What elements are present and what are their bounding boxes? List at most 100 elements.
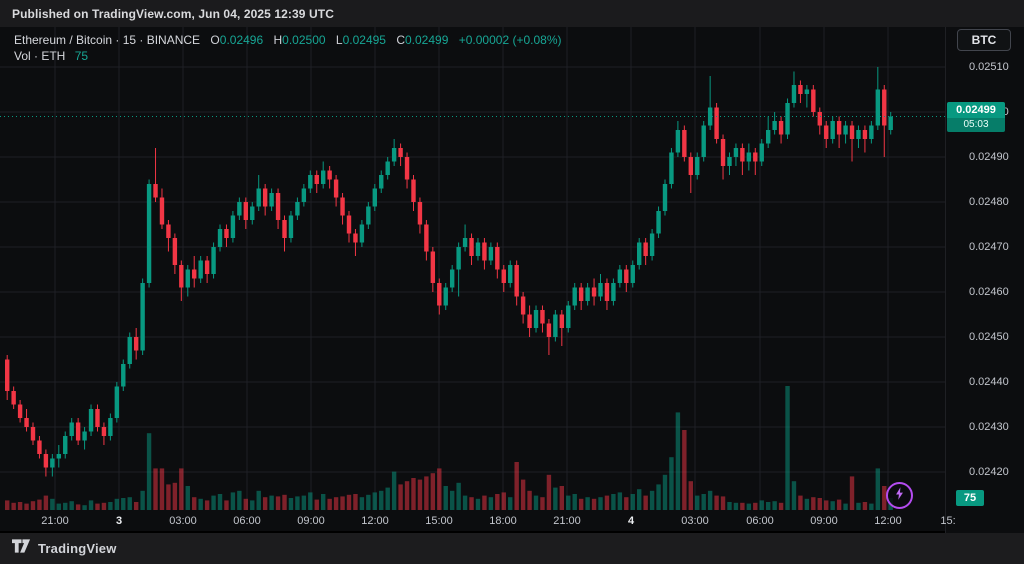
volume-bar	[592, 499, 596, 510]
candle-body	[579, 288, 583, 302]
volume-bar	[650, 491, 654, 510]
candle-body	[805, 90, 809, 95]
candle-body	[128, 337, 132, 364]
volume-bar	[50, 499, 54, 510]
candle-body	[334, 180, 338, 198]
candle-body	[205, 261, 209, 275]
tradingview-logo-icon[interactable]	[12, 539, 31, 558]
volume-bar	[173, 483, 177, 510]
candle-body	[211, 247, 215, 274]
candle-body	[489, 247, 493, 261]
volume-bar	[547, 475, 551, 510]
candle-body	[444, 288, 448, 306]
time-axis[interactable]: 21:00303:0006:0009:0012:0015:0018:0021:0…	[0, 510, 945, 533]
candle-body	[540, 310, 544, 324]
volume-bar	[192, 497, 196, 510]
volume-bar	[424, 476, 428, 510]
tradingview-wordmark[interactable]: TradingView	[38, 541, 117, 556]
candle-body	[24, 418, 28, 427]
volume-bar	[656, 484, 660, 510]
candle-body	[276, 193, 280, 220]
candle-body	[121, 364, 125, 387]
candle-body	[379, 175, 383, 189]
candle-body	[108, 418, 112, 436]
volume-bar	[128, 497, 132, 510]
candle-body	[160, 198, 164, 225]
candle-body	[721, 139, 725, 166]
volume-bar	[450, 491, 454, 510]
current-price-badge: 0.02499 05:03	[947, 102, 1005, 132]
volume-bar	[334, 497, 338, 510]
candle-body	[882, 90, 886, 126]
candle-body	[44, 454, 48, 468]
candle-body	[302, 189, 306, 203]
volume-bar	[573, 494, 577, 510]
candle-body	[695, 157, 699, 175]
volume-bar	[514, 462, 518, 510]
volume-bar	[289, 498, 293, 510]
currency-toggle-button[interactable]: BTC	[957, 29, 1011, 51]
volume-bar	[224, 500, 228, 510]
volume-bar	[856, 503, 860, 510]
time-axis-label: 03:00	[169, 515, 197, 527]
volume-bar	[37, 500, 41, 510]
candle-body	[850, 126, 854, 140]
candle-body	[727, 157, 731, 166]
candlestick-chart[interactable]	[0, 27, 945, 511]
volume-bar	[31, 501, 35, 510]
candle-body	[295, 202, 299, 216]
volume-bar	[476, 499, 480, 510]
time-axis-label: 12:00	[874, 515, 902, 527]
volume-bar	[805, 499, 809, 510]
volume-bar	[108, 502, 112, 510]
candle-body	[592, 288, 596, 297]
volume-bar	[798, 496, 802, 510]
candle-body	[147, 184, 151, 283]
time-axis-label: 4	[628, 515, 634, 527]
legend-row-symbol: Ethereum / Bitcoin · 15 · BINANCE O0.024…	[14, 32, 561, 48]
candle-body	[89, 409, 93, 432]
volume-bar	[521, 480, 525, 510]
candle-body	[798, 85, 802, 94]
candle-body	[527, 315, 531, 329]
candle-body	[818, 112, 822, 126]
volume-bar	[373, 492, 377, 510]
candle-body	[502, 270, 506, 284]
candle-body	[585, 288, 589, 302]
symbol-title[interactable]: Ethereum / Bitcoin · 15 · BINANCE	[14, 33, 200, 47]
candle-body	[456, 247, 460, 270]
volume-bar	[566, 496, 570, 510]
volume-bar	[669, 457, 673, 510]
volume-bar	[527, 491, 531, 510]
price-axis-label: 0.02450	[969, 329, 1009, 345]
published-text: Published on TradingView.com, Jun 04, 20…	[12, 7, 334, 21]
chart-region[interactable]: Ethereum / Bitcoin · 15 · BINANCE O 0.024…	[0, 27, 1024, 533]
time-axis-label: 15:	[940, 515, 955, 527]
volume-bar	[495, 494, 499, 510]
candle-body	[740, 148, 744, 162]
price-axis-label: 0.02440	[969, 374, 1009, 390]
lightning-icon	[892, 486, 907, 506]
candle-body	[347, 216, 351, 234]
volume-bar	[392, 472, 396, 510]
candle-body	[869, 126, 873, 140]
candle-body	[366, 207, 370, 225]
volume-bar	[444, 486, 448, 510]
boost-button[interactable]	[886, 482, 913, 509]
volume-bar	[353, 494, 357, 510]
candle-body	[573, 288, 577, 306]
volume-bar	[818, 498, 822, 510]
candle-body	[257, 189, 261, 207]
time-axis-label: 3	[116, 515, 122, 527]
volume-bar	[385, 488, 389, 510]
candle-body	[173, 238, 177, 265]
candle-body	[482, 243, 486, 261]
candle-body	[605, 283, 609, 301]
open-label: O	[210, 33, 219, 47]
candle-body	[37, 441, 41, 455]
candle-body	[153, 184, 157, 198]
candle-body	[792, 85, 796, 103]
candle-body	[772, 121, 776, 130]
volume-bar	[811, 497, 815, 510]
candle-body	[218, 229, 222, 247]
